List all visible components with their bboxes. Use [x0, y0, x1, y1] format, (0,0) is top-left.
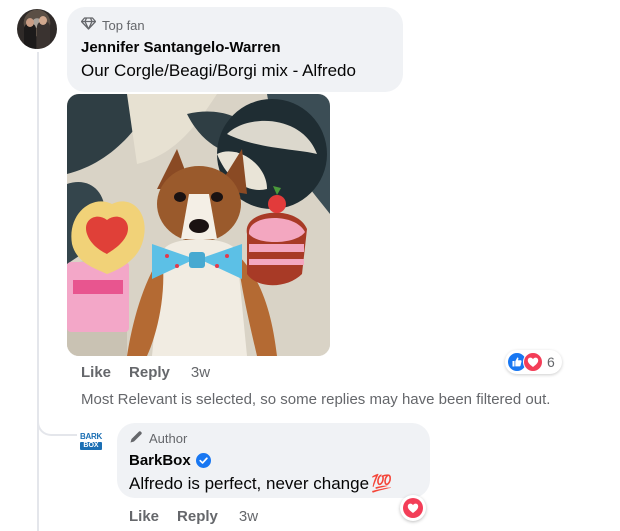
commenter-avatar[interactable] [17, 9, 57, 49]
love-reaction-icon [403, 498, 423, 518]
hundred-points-emoji: 💯 [371, 474, 393, 493]
reply-connector [37, 408, 77, 436]
top-fan-badge: Top fan [80, 17, 145, 33]
reply-text: Alfredo is perfect, never change 💯 [129, 474, 392, 494]
comment-text: Our Corgle/Beagi/Borgi mix - Alfredo [81, 61, 356, 80]
reply-text-label: Alfredo is perfect, never change [129, 474, 370, 493]
reply-button[interactable]: Reply [129, 364, 170, 381]
reply-author-name[interactable]: BarkBox [129, 452, 211, 469]
reply-like-button[interactable]: Like [129, 508, 159, 525]
author-badge: Author [129, 430, 187, 447]
reply-reply-button[interactable]: Reply [177, 508, 218, 525]
barkbox-avatar[interactable]: BARK BOX [77, 427, 105, 455]
reaction-summary[interactable]: 6 [505, 350, 562, 374]
pen-icon [129, 430, 143, 447]
reply-actions: Like Reply 3w [129, 508, 258, 525]
thread-line [37, 52, 39, 531]
comment-actions: Like Reply 3w [81, 364, 210, 381]
diamond-icon [80, 17, 97, 33]
reaction-count: 6 [547, 354, 555, 370]
badge-label: Author [149, 431, 188, 446]
avatar-logo-text-top: BARK [80, 431, 102, 441]
avatar-logo-text-bottom: BOX [80, 441, 102, 450]
reply-timestamp[interactable]: 3w [239, 508, 258, 525]
badge-label: Top fan [102, 17, 145, 33]
comment-photo[interactable] [67, 94, 330, 356]
like-button[interactable]: Like [81, 364, 111, 381]
filter-notice: Most Relevant is selected, so some repli… [81, 391, 551, 408]
verified-icon [195, 453, 211, 468]
comment-timestamp[interactable]: 3w [191, 364, 210, 381]
love-reaction-icon [523, 352, 543, 372]
comment-author-name[interactable]: Jennifer Santangelo-Warren [81, 39, 280, 56]
reply-author-label: BarkBox [129, 452, 191, 469]
reply-love-reaction[interactable] [400, 495, 426, 521]
